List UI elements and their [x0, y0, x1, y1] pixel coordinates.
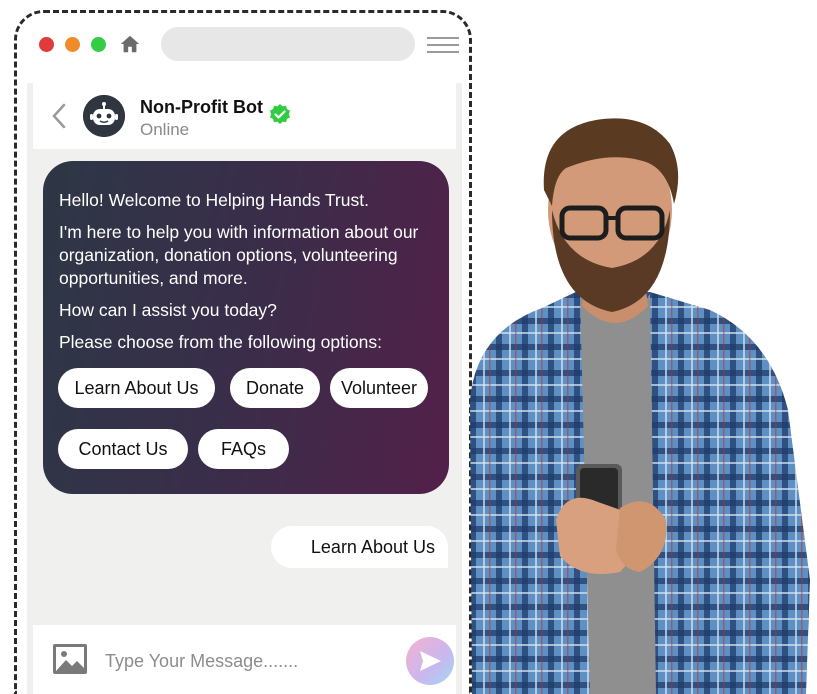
browser-window: Non-Profit Bot Online Hello! Welcome to …	[14, 10, 472, 694]
home-icon[interactable]	[119, 33, 141, 55]
bot-status: Online	[140, 120, 190, 139]
image-icon[interactable]	[53, 644, 87, 674]
option-faqs[interactable]: FAQs	[198, 429, 289, 469]
hamburger-menu-icon[interactable]	[427, 36, 459, 54]
close-window-dot[interactable]	[39, 37, 54, 52]
bot-message-line: I'm here to help you with information ab…	[59, 222, 419, 288]
minimize-window-dot[interactable]	[65, 37, 80, 52]
message-input[interactable]	[103, 645, 397, 677]
man-using-phone-image	[470, 118, 810, 694]
browser-toolbar	[17, 13, 469, 77]
bot-message-line: Hello! Welcome to Helping Hands Trust.	[59, 190, 369, 210]
back-chevron-icon[interactable]	[51, 103, 67, 129]
send-button[interactable]	[406, 637, 454, 685]
address-bar[interactable]	[161, 27, 415, 61]
send-icon	[420, 651, 441, 671]
message-composer	[33, 625, 456, 694]
chat-header: Non-Profit Bot Online	[33, 83, 456, 149]
option-donate[interactable]: Donate	[230, 368, 320, 408]
option-learn-about-us[interactable]: Learn About Us	[58, 368, 215, 408]
maximize-window-dot[interactable]	[91, 37, 106, 52]
verified-badge-icon	[270, 104, 290, 124]
bot-message-line: Please choose from the following options…	[59, 332, 382, 352]
bot-name: Non-Profit Bot	[140, 97, 263, 117]
option-volunteer[interactable]: Volunteer	[330, 368, 428, 408]
bot-avatar	[83, 95, 125, 137]
user-message-bubble: Learn About Us	[271, 526, 448, 568]
robot-icon	[83, 95, 125, 137]
bot-message-line: How can I assist you today?	[59, 300, 277, 320]
bot-message-bubble: Hello! Welcome to Helping Hands Trust. I…	[43, 161, 449, 494]
chat-window: Non-Profit Bot Online Hello! Welcome to …	[27, 83, 462, 694]
option-contact-us[interactable]: Contact Us	[58, 429, 188, 469]
